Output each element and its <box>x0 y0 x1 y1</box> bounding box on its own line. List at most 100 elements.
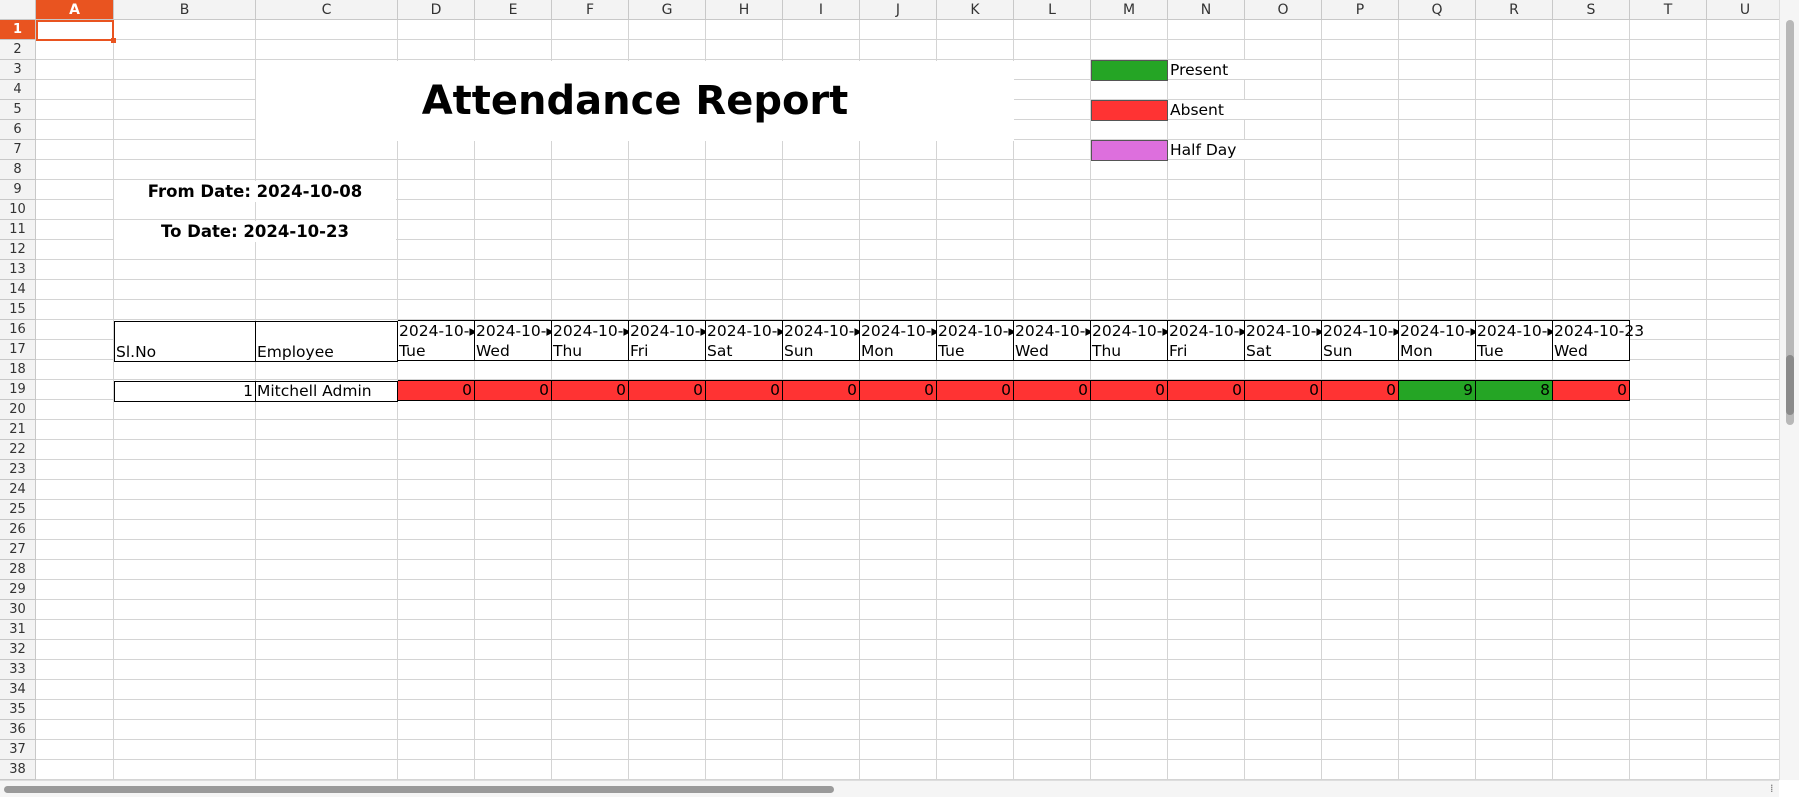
attendance-cell[interactable]: 0 <box>1245 380 1322 401</box>
legend-swatch-present[interactable] <box>1091 60 1168 81</box>
row-header-12[interactable]: 12 <box>0 240 36 260</box>
row-header-19[interactable]: 19 <box>0 380 36 400</box>
attendance-cell[interactable]: 0 <box>1553 380 1630 401</box>
attendance-cell[interactable]: 0 <box>475 380 552 401</box>
row-header-1[interactable]: 1 <box>0 20 36 40</box>
column-header-q[interactable]: Q <box>1399 0 1476 20</box>
attendance-cell[interactable]: 8 <box>1476 380 1553 401</box>
row-header-21[interactable]: 21 <box>0 420 36 440</box>
legend-swatch-half-day[interactable] <box>1091 140 1168 161</box>
row-header-33[interactable]: 33 <box>0 660 36 680</box>
select-all-corner[interactable] <box>0 0 36 20</box>
date-header-cell[interactable]: 2024-10-▸ Sun <box>783 320 860 361</box>
row-header-3[interactable]: 3 <box>0 60 36 80</box>
attendance-cell[interactable]: 0 <box>629 380 706 401</box>
row-header-27[interactable]: 27 <box>0 540 36 560</box>
column-header-k[interactable]: K <box>937 0 1014 20</box>
attendance-cell[interactable]: 0 <box>1168 380 1245 401</box>
row-header-17[interactable]: 17 <box>0 340 36 360</box>
date-header-cell[interactable]: 2024-10-▸ Tue <box>937 320 1014 361</box>
slno-header-cell[interactable]: Sl.No <box>114 321 256 362</box>
row-header-30[interactable]: 30 <box>0 600 36 620</box>
row-header-9[interactable]: 9 <box>0 180 36 200</box>
attendance-cell[interactable]: 0 <box>1322 380 1399 401</box>
column-header-d[interactable]: D <box>398 0 475 20</box>
date-header-cell[interactable]: 2024-10-▸ Wed <box>1014 320 1091 361</box>
row-header-24[interactable]: 24 <box>0 480 36 500</box>
column-header-m[interactable]: M <box>1091 0 1168 20</box>
row-header-4[interactable]: 4 <box>0 80 36 100</box>
date-header-cell[interactable]: 2024-10-▸ Fri <box>629 320 706 361</box>
attendance-cell[interactable]: 0 <box>1091 380 1168 401</box>
row-header-15[interactable]: 15 <box>0 300 36 320</box>
row-header-32[interactable]: 32 <box>0 640 36 660</box>
fill-handle[interactable] <box>111 38 116 43</box>
row-header-2[interactable]: 2 <box>0 40 36 60</box>
row-header-23[interactable]: 23 <box>0 460 36 480</box>
row-header-25[interactable]: 25 <box>0 500 36 520</box>
row-header-5[interactable]: 5 <box>0 100 36 120</box>
attendance-cell[interactable]: 0 <box>706 380 783 401</box>
column-header-t[interactable]: T <box>1630 0 1707 20</box>
column-header-s[interactable]: S <box>1553 0 1630 20</box>
date-header-cell[interactable]: 2024-10-▸ Tue <box>1476 320 1553 361</box>
date-header-cell[interactable]: 2024-10-23 Wed <box>1553 320 1644 361</box>
date-header-cell[interactable]: 2024-10-▸ Sat <box>1245 320 1322 361</box>
attendance-cell[interactable]: 0 <box>860 380 937 401</box>
slno-cell[interactable]: 1 <box>114 381 256 402</box>
vertical-scrollbar[interactable] <box>1779 0 1799 780</box>
date-header-cell[interactable]: 2024-10-▸ Mon <box>1399 320 1476 361</box>
attendance-cell[interactable]: 0 <box>783 380 860 401</box>
column-header-l[interactable]: L <box>1014 0 1091 20</box>
row-header-8[interactable]: 8 <box>0 160 36 180</box>
column-header-f[interactable]: F <box>552 0 629 20</box>
column-header-n[interactable]: N <box>1168 0 1245 20</box>
row-header-20[interactable]: 20 <box>0 400 36 420</box>
attendance-cell[interactable]: 0 <box>937 380 1014 401</box>
date-header-cell[interactable]: 2024-10-▸ Mon <box>860 320 937 361</box>
row-header-35[interactable]: 35 <box>0 700 36 720</box>
column-header-o[interactable]: O <box>1245 0 1322 20</box>
row-header-14[interactable]: 14 <box>0 280 36 300</box>
attendance-cell[interactable]: 0 <box>1014 380 1091 401</box>
vertical-split-handle[interactable] <box>1786 355 1794 415</box>
employee-header-cell[interactable]: Employee <box>256 321 398 362</box>
spreadsheet-grid[interactable]: ABCDEFGHIJKLMNOPQRSTU 1 2 3 4 5 6 7 8 9 10 11 12 13 1… <box>0 0 1779 780</box>
date-header-cell[interactable]: 2024-10-▸ Tue <box>398 320 475 361</box>
row-header-37[interactable]: 37 <box>0 740 36 760</box>
column-header-r[interactable]: R <box>1476 0 1553 20</box>
column-header-h[interactable]: H <box>706 0 783 20</box>
column-header-c[interactable]: C <box>256 0 398 20</box>
attendance-cell[interactable]: 9 <box>1399 380 1476 401</box>
row-header-29[interactable]: 29 <box>0 580 36 600</box>
row-header-36[interactable]: 36 <box>0 720 36 740</box>
legend-swatch-absent[interactable] <box>1091 100 1168 121</box>
row-header-34[interactable]: 34 <box>0 680 36 700</box>
date-header-cell[interactable]: 2024-10-▸ Fri <box>1168 320 1245 361</box>
row-header-13[interactable]: 13 <box>0 260 36 280</box>
column-header-j[interactable]: J <box>860 0 937 20</box>
date-header-cell[interactable]: 2024-10-▸ Sun <box>1322 320 1399 361</box>
column-header-i[interactable]: I <box>783 0 860 20</box>
column-header-e[interactable]: E <box>475 0 552 20</box>
row-header-31[interactable]: 31 <box>0 620 36 640</box>
column-header-p[interactable]: P <box>1322 0 1399 20</box>
date-header-cell[interactable]: 2024-10-▸ Sat <box>706 320 783 361</box>
date-header-cell[interactable]: 2024-10-▸ Wed <box>475 320 552 361</box>
column-header-u[interactable]: U <box>1707 0 1779 20</box>
row-header-26[interactable]: 26 <box>0 520 36 540</box>
attendance-cell[interactable]: 0 <box>398 380 475 401</box>
horizontal-scroll-thumb[interactable] <box>4 786 834 793</box>
date-header-cell[interactable]: 2024-10-▸ Thu <box>552 320 629 361</box>
row-header-38[interactable]: 38 <box>0 760 36 780</box>
row-header-18[interactable]: 18 <box>0 360 36 380</box>
row-header-6[interactable]: 6 <box>0 120 36 140</box>
row-header-16[interactable]: 16 <box>0 320 36 340</box>
row-header-28[interactable]: 28 <box>0 560 36 580</box>
column-header-a[interactable]: A <box>36 0 114 20</box>
column-header-g[interactable]: G <box>629 0 706 20</box>
employee-cell[interactable]: Mitchell Admin <box>256 381 398 402</box>
column-header-b[interactable]: B <box>114 0 256 20</box>
row-header-22[interactable]: 22 <box>0 440 36 460</box>
date-header-cell[interactable]: 2024-10-▸ Thu <box>1091 320 1168 361</box>
